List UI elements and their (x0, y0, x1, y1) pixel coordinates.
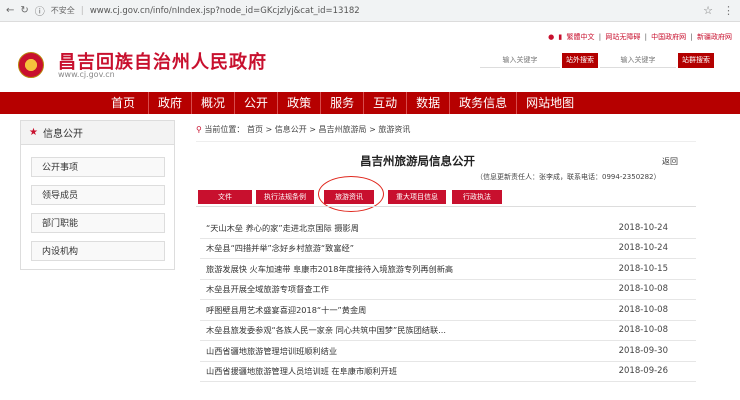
mobile-icon[interactable]: ▮ (558, 33, 562, 41)
sidebar-header: ★ 信息公开 (21, 121, 174, 145)
list-item[interactable]: 旅游发展快 火车加速带 阜康市2018年度接待入境旅游专列再创新高 2018-10… (200, 259, 696, 280)
item-title[interactable]: 木垒县旅发委参观“各族人民一家亲 同心共筑中国梦”民族团结联... (206, 324, 616, 336)
nav-home[interactable]: 首页 (98, 92, 148, 114)
search-input-external[interactable]: 输入关键字 (480, 52, 560, 68)
nav-sitemap[interactable]: 网站地图 (516, 92, 583, 114)
list-item[interactable]: 山西省援疆地旅游管理人员培训班 在阜康市顺利开班 2018-09-26 (200, 362, 696, 382)
list-item[interactable]: 山西省疆地旅游管理培训班顺利结业 2018-09-30 (200, 341, 696, 362)
breadcrumb-home[interactable]: 首页 (247, 125, 263, 134)
nav-government[interactable]: 政府 (148, 92, 191, 114)
item-date: 2018-09-26 (618, 366, 668, 377)
item-title[interactable]: 山西省疆地旅游管理培训班顺利结业 (206, 345, 616, 357)
item-date: 2018-10-08 (618, 304, 668, 315)
tab-major-projects[interactable]: 重大项目信息 (388, 190, 446, 204)
security-label: 不安全 (50, 6, 75, 15)
list-item[interactable]: 木垒县“四措并举”念好乡村旅游“致富经” 2018-10-24 (200, 239, 696, 259)
breadcrumb-prefix: 当前位置： (204, 125, 245, 134)
info-icon[interactable]: ⓘ (35, 3, 45, 18)
item-date: 2018-10-24 (618, 222, 668, 233)
star-icon[interactable]: ☆ (703, 4, 713, 17)
star-icon: ★ (29, 127, 38, 138)
breadcrumb-separator: > (265, 125, 273, 134)
breadcrumb-tourism-news[interactable]: 旅游资讯 (378, 125, 410, 134)
breadcrumb: ⚲ 当前位置： 首页 > 信息公开 > 昌吉州旅游局 > 旅游资讯 (196, 124, 696, 142)
search-input-sites[interactable]: 输入关键字 (600, 52, 676, 68)
sidebar-item-functions[interactable]: 部门职能 (31, 213, 165, 233)
news-list: “天山木垒 养心的家”走进北京国际 摄影周 2018-10-24 木垒县“四措并举… (200, 218, 696, 382)
nav-government-info[interactable]: 政务信息 (449, 92, 516, 114)
updater-info: （信息更新责任人：张李成，联系电话：0994-2350282） (476, 173, 661, 181)
top-links: ● ▮ 繁體中文 | 网站无障碍 | 中国政府网 | 新疆政府网 (548, 33, 732, 41)
site-header: ● ▮ 繁體中文 | 网站无障碍 | 中国政府网 | 新疆政府网 昌吉回族自治州… (0, 22, 740, 92)
toplink-accessibility[interactable]: 网站无障碍 (605, 33, 640, 41)
tab-regulations[interactable]: 执行法规条例 (256, 190, 314, 204)
list-item[interactable]: 木垒县旅发委参观“各族人民一家亲 同心共筑中国梦”民族团结联... 2018-10… (200, 321, 696, 341)
browser-address-bar: ← ↻ ⓘ 不安全 | www.cj.gov.cn/info/nIndex.js… (0, 0, 740, 22)
list-item[interactable]: 呼图壁县用艺术盛宴喜迎2018“十一”黄金周 2018-10-08 (200, 300, 696, 321)
list-item[interactable]: 木垒县开展全域旅游专项督查工作 2018-10-08 (200, 280, 696, 300)
nav-policy[interactable]: 政策 (277, 92, 320, 114)
sidebar: ★ 信息公开 公开事项 领导成员 部门职能 内设机构 (20, 120, 175, 270)
toplink-xinjiang-gov[interactable]: 新疆政府网 (697, 33, 732, 41)
location-pin-icon: ⚲ (196, 125, 202, 134)
toplink-gov-cn[interactable]: 中国政府网 (651, 33, 686, 41)
nav-interaction[interactable]: 互动 (363, 92, 406, 114)
tab-law-enforcement[interactable]: 行政执法 (452, 190, 502, 204)
item-date: 2018-10-08 (618, 284, 668, 295)
breadcrumb-separator: > (309, 125, 316, 134)
divider (196, 206, 696, 207)
item-date: 2018-10-15 (618, 263, 668, 274)
item-title[interactable]: 旅游发展快 火车加速带 阜康市2018年度接待入境旅游专列再创新高 (206, 263, 616, 275)
item-date: 2018-10-24 (618, 243, 668, 254)
national-emblem-logo (18, 52, 44, 78)
breadcrumb-info-public[interactable]: 信息公开 (275, 125, 307, 134)
weibo-icon[interactable]: ● (548, 33, 554, 41)
page-title: 昌吉州旅游局信息公开 (360, 154, 475, 168)
item-title[interactable]: 呼图壁县用艺术盛宴喜迎2018“十一”黄金周 (206, 304, 616, 316)
item-date: 2018-10-08 (618, 325, 668, 336)
back-link[interactable]: 返回 (662, 156, 678, 167)
item-date: 2018-09-30 (618, 345, 668, 356)
arrow-left-icon[interactable]: ← (6, 5, 14, 16)
nav-public[interactable]: 公开 (234, 92, 277, 114)
item-title[interactable]: 木垒县开展全域旅游专项督查工作 (206, 283, 616, 295)
item-title[interactable]: 山西省援疆地旅游管理人员培训班 在阜康市顺利开班 (206, 365, 616, 377)
toplink-traditional[interactable]: 繁體中文 (567, 33, 595, 41)
menu-icon[interactable]: ⋮ (723, 4, 734, 17)
reload-icon[interactable]: ↻ (20, 5, 28, 16)
sidebar-item-departments[interactable]: 内设机构 (31, 241, 165, 261)
nav-overview[interactable]: 概况 (191, 92, 234, 114)
tab-documents[interactable]: 文件 (198, 190, 252, 204)
main-nav: 首页 政府 概况 公开 政策 服务 互动 数据 政务信息 网站地图 (0, 92, 740, 114)
nav-service[interactable]: 服务 (320, 92, 363, 114)
sidebar-item-public-matters[interactable]: 公开事项 (31, 157, 165, 177)
breadcrumb-separator: > (369, 125, 376, 134)
item-title[interactable]: “天山木垒 养心的家”走进北京国际 摄影周 (206, 222, 616, 234)
list-item[interactable]: “天山木垒 养心的家”走进北京国际 摄影周 2018-10-24 (200, 218, 696, 239)
divider: | (80, 5, 84, 16)
nav-data[interactable]: 数据 (406, 92, 449, 114)
sidebar-title: 信息公开 (42, 129, 83, 140)
site-url: www.cj.gov.cn (58, 70, 115, 79)
sidebar-item-leaders[interactable]: 领导成员 (31, 185, 165, 205)
external-search-button[interactable]: 站外搜索 (562, 53, 598, 68)
sites-search-button[interactable]: 站群搜索 (678, 53, 714, 68)
url-field[interactable]: www.cj.gov.cn/info/nIndex.jsp?node_id=GK… (90, 6, 697, 16)
item-title[interactable]: 木垒县“四措并举”念好乡村旅游“致富经” (206, 242, 616, 254)
breadcrumb-tourism-bureau[interactable]: 昌吉州旅游局 (319, 125, 367, 134)
